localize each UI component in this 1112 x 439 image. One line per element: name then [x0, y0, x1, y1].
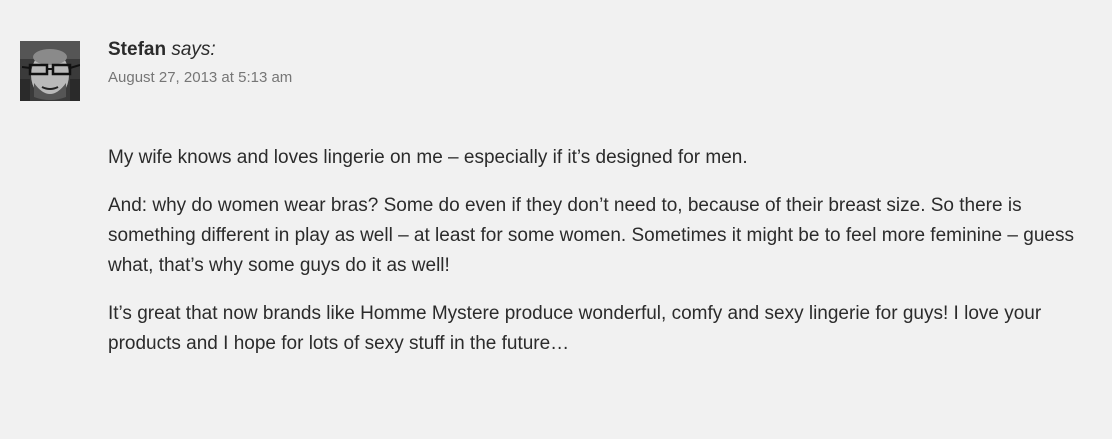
avatar[interactable] [20, 41, 80, 101]
comment-paragraph: It’s great that now brands like Homme My… [108, 303, 1042, 354]
comment-paragraph: And: why do women wear bras? Some do eve… [108, 195, 1074, 276]
comment-paragraph: My wife knows and loves lingerie on me –… [108, 147, 748, 168]
comment-meta: Stefan says: August 27, 2013 at 5:13 am [108, 36, 292, 88]
says-label: says: [171, 39, 216, 60]
comment-date-link[interactable]: August 27, 2013 at 5:13 am [108, 68, 292, 88]
user-avatar-photo-icon [20, 41, 80, 101]
comment-content: My wife knows and loves lingerie on me –… [108, 143, 1088, 377]
comment: Stefan says: August 27, 2013 at 5:13 am … [0, 0, 1112, 439]
author-name[interactable]: Stefan [108, 39, 166, 60]
author-line: Stefan says: [108, 36, 292, 64]
